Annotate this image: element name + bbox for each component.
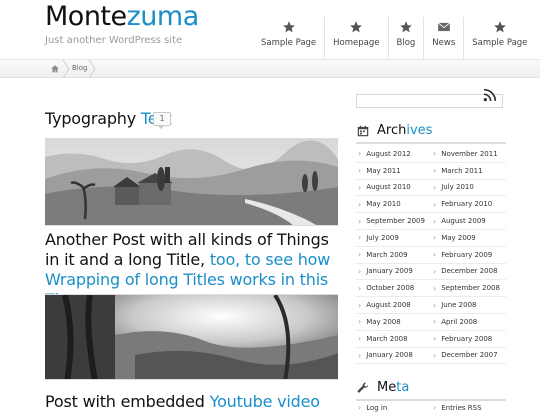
star-icon — [494, 21, 506, 33]
meta-title-highlight: ta — [396, 380, 410, 395]
archive-link[interactable]: March 2009 — [356, 247, 431, 263]
rss-icon[interactable] — [482, 87, 498, 103]
list-item: October 2008September 2008 — [356, 280, 506, 298]
archive-link[interactable]: March 2008 — [356, 331, 431, 347]
search-input[interactable] — [356, 94, 503, 108]
main-nav: Sample Page Homepage Blog News Sample Pa… — [253, 17, 535, 59]
site-title[interactable]: Montezuma — [45, 0, 199, 34]
archive-link[interactable]: December 2007 — [431, 348, 506, 364]
archive-link[interactable]: May 2011 — [356, 163, 431, 179]
comment-count-badge[interactable]: 1 — [153, 112, 171, 129]
list-item: May 2011March 2011 — [356, 163, 506, 180]
star-icon — [400, 21, 412, 33]
post-image-forest[interactable] — [45, 294, 338, 380]
nav-item-label: Blog — [396, 38, 416, 48]
list-item: August 2010July 2010 — [356, 180, 506, 197]
archive-link[interactable]: June 2008 — [431, 297, 506, 313]
site-title-part2: zuma — [126, 1, 200, 32]
archive-link[interactable]: November 2011 — [431, 146, 506, 162]
archive-link[interactable]: August 2008 — [356, 297, 431, 313]
nav-item-label: Sample Page — [261, 38, 317, 48]
post-title-highlight: Youtube video — [209, 392, 320, 411]
calendar-icon — [357, 125, 369, 136]
post-title[interactable]: Post with embedded Youtube video — [45, 392, 320, 412]
nav-item-label: News — [432, 38, 456, 48]
star-icon — [282, 21, 295, 33]
list-item: March 2009February 2009 — [356, 247, 506, 264]
archive-link[interactable]: March 2011 — [431, 163, 506, 179]
archive-link[interactable]: September 2008 — [431, 280, 506, 296]
home-icon[interactable] — [50, 64, 60, 74]
landscape-illustration — [45, 139, 338, 225]
archive-link[interactable]: February 2010 — [431, 196, 506, 212]
post-image-landscape[interactable] — [45, 138, 338, 226]
archives-title-highlight: ives — [406, 123, 433, 138]
archive-link[interactable]: August 2012 — [356, 146, 431, 162]
post-title-text: Typography — [45, 109, 141, 128]
archive-link[interactable]: August 2010 — [356, 180, 431, 196]
archive-link[interactable]: September 2009 — [356, 213, 431, 229]
archive-link[interactable]: July 2010 — [431, 180, 506, 196]
list-item: March 2008February 2008 — [356, 331, 506, 348]
nav-item-sample-page-2[interactable]: Sample Page — [463, 17, 535, 59]
archive-link[interactable]: August 2009 — [431, 213, 506, 229]
star-icon — [350, 21, 363, 33]
site-title-part1: Monte — [45, 1, 127, 32]
login-link[interactable]: Log in — [356, 403, 431, 412]
list-item: July 2009May 2009 — [356, 230, 506, 247]
meta-list: Log in Entries RSS — [356, 403, 506, 412]
envelope-icon — [437, 22, 450, 32]
meta-title-text: Me — [377, 380, 397, 395]
list-item: January 2008December 2007 — [356, 348, 506, 365]
archives-divider — [356, 142, 506, 144]
meta-divider — [356, 399, 506, 401]
archive-link[interactable]: April 2008 — [431, 314, 506, 330]
breadcrumb: Blog — [0, 59, 540, 78]
nav-item-label: Sample Page — [472, 38, 528, 48]
archives-list: August 2012November 2011 May 2011March 2… — [356, 146, 506, 365]
archives-widget-title: Arch ives — [356, 123, 432, 138]
entries-rss-link[interactable]: Entries RSS — [431, 403, 506, 412]
archive-link[interactable]: May 2008 — [356, 314, 431, 330]
archive-link[interactable]: December 2008 — [431, 264, 506, 280]
nav-item-homepage[interactable]: Homepage — [324, 17, 387, 59]
list-item: May 2010February 2010 — [356, 196, 506, 214]
archive-link[interactable]: February 2008 — [431, 331, 506, 347]
list-item: January 2009December 2008 — [356, 264, 506, 281]
nav-item-sample-page[interactable]: Sample Page — [253, 17, 324, 59]
archive-link[interactable]: January 2008 — [356, 348, 431, 364]
archive-link[interactable]: October 2008 — [356, 280, 431, 296]
nav-item-news[interactable]: News — [423, 17, 463, 59]
nav-item-label: Homepage — [333, 38, 380, 48]
list-item: August 2012November 2011 — [356, 146, 506, 163]
archive-link[interactable]: February 2009 — [431, 247, 506, 263]
archives-title-text: Arch — [377, 123, 407, 138]
wrench-icon — [357, 382, 369, 393]
archive-link[interactable]: July 2009 — [356, 230, 431, 246]
breadcrumb-current[interactable]: Blog — [72, 64, 87, 72]
meta-widget-title: Me ta — [356, 380, 409, 395]
breadcrumb-separator-icon — [88, 60, 96, 78]
archive-link[interactable]: January 2009 — [356, 264, 431, 280]
post-title-text: Post with embedded — [45, 392, 210, 411]
list-item: September 2009August 2009 — [356, 213, 506, 230]
site-tagline: Just another WordPress site — [45, 35, 183, 46]
list-item: August 2008June 2008 — [356, 297, 506, 314]
archive-link[interactable]: May 2010 — [356, 196, 431, 212]
archive-link[interactable]: May 2009 — [431, 230, 506, 246]
breadcrumb-separator-icon — [62, 60, 70, 78]
list-item: May 2008April 2008 — [356, 314, 506, 331]
nav-item-blog[interactable]: Blog — [387, 17, 424, 59]
forest-photo — [45, 295, 338, 379]
